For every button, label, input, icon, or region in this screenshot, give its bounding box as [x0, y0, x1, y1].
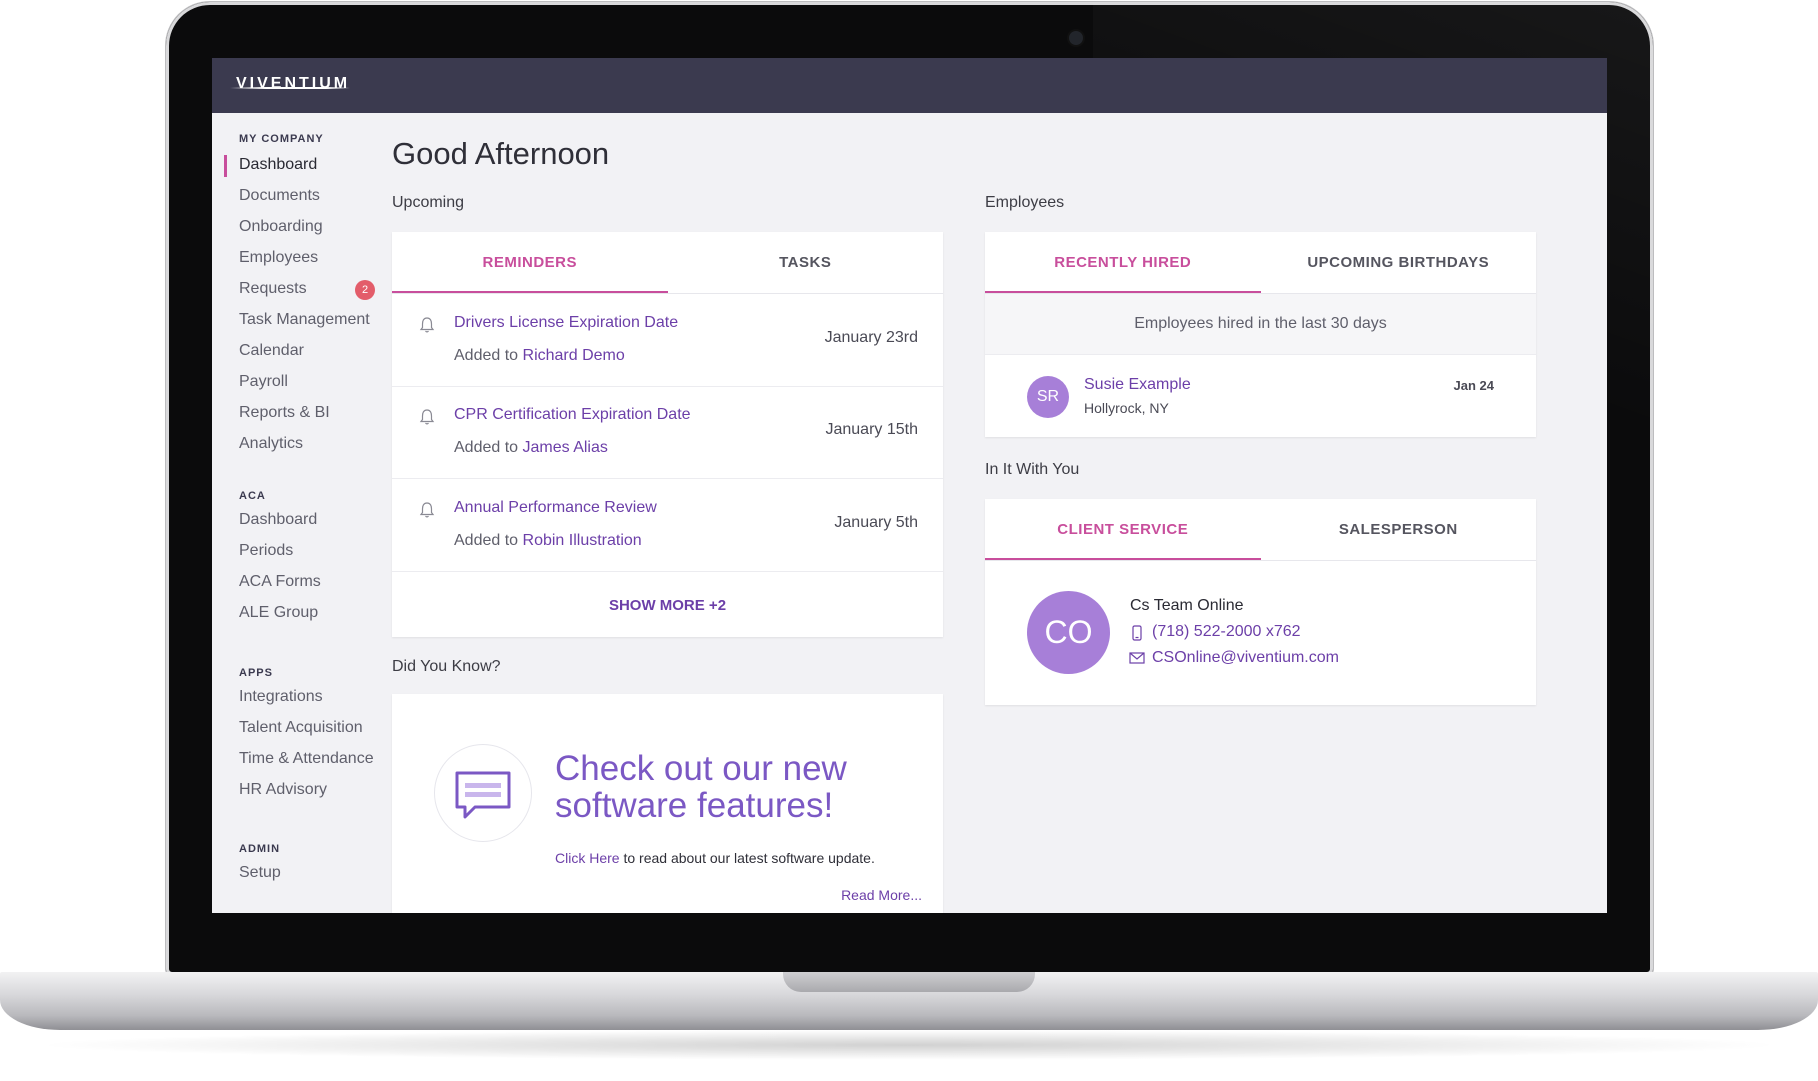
nav-item-time-attendance[interactable]: Time & Attendance	[239, 750, 374, 768]
nav-item-ale-group[interactable]: ALE Group	[239, 604, 318, 622]
requests-badge: 2	[355, 280, 375, 300]
tab-reminders[interactable]: REMINDERS	[392, 232, 668, 293]
feature-headline-line2: software features!	[555, 786, 834, 825]
did-you-know-card: Check out our new software features! Cli…	[392, 694, 943, 913]
tab-client-service[interactable]: CLIENT SERVICE	[985, 499, 1261, 560]
reminder-person-link[interactable]: Robin Illustration	[523, 532, 642, 549]
nav-item-hr-advisory[interactable]: HR Advisory	[239, 781, 327, 799]
reminder-subtitle: Added to James Alias	[454, 439, 608, 457]
contact-tabs: CLIENT SERVICE SALESPERSON	[985, 499, 1536, 561]
reminder-date: January 15th	[825, 421, 918, 438]
reminder-person-link[interactable]: Richard Demo	[523, 347, 625, 364]
nav-item-task-management[interactable]: Task Management	[239, 311, 370, 329]
webcam	[1069, 31, 1083, 45]
nav-item-analytics[interactable]: Analytics	[239, 435, 303, 453]
logo-swoosh	[230, 87, 350, 89]
avatar: SR	[1027, 376, 1069, 418]
contact-name: Cs Team Online	[1130, 597, 1244, 614]
nav-item-setup[interactable]: Setup	[239, 864, 281, 882]
nav-item-employees[interactable]: Employees	[239, 249, 318, 267]
employees-label: Employees	[985, 194, 1065, 211]
bell-icon	[419, 502, 435, 518]
nav-item-calendar[interactable]: Calendar	[239, 342, 304, 360]
chat-bubble-icon	[455, 771, 511, 819]
contact-phone-link[interactable]: (718) 522-2000 x762	[1152, 623, 1301, 641]
sidebar: MY COMPANY Dashboard Documents Onboardin…	[212, 113, 382, 913]
reminder-item[interactable]: Annual Performance Review Added to Robin…	[392, 479, 943, 572]
click-here-link[interactable]: Click Here	[555, 850, 620, 866]
feature-headline: Check out our new software features!	[555, 750, 847, 824]
employees-subtitle: Employees hired in the last 30 days	[985, 294, 1536, 355]
added-to-label: Added to	[454, 532, 519, 549]
hire-name-link[interactable]: Susie Example	[1084, 376, 1191, 394]
nav-section-my-company: MY COMPANY	[239, 133, 324, 145]
nav-item-documents[interactable]: Documents	[239, 187, 320, 205]
tab-upcoming-birthdays[interactable]: UPCOMING BIRTHDAYS	[1261, 232, 1537, 293]
hire-date: Jan 24	[1453, 378, 1494, 393]
phone-icon	[1132, 625, 1142, 641]
reminder-title[interactable]: Annual Performance Review	[454, 499, 657, 517]
reminder-subtitle: Added to Robin Illustration	[454, 532, 642, 550]
viventium-logo[interactable]: VIVENTIUM	[236, 75, 350, 93]
nav-item-talent-acquisition[interactable]: Talent Acquisition	[239, 719, 363, 737]
added-to-label: Added to	[454, 347, 519, 364]
feature-headline-line1: Check out our new	[555, 749, 847, 788]
added-to-label: Added to	[454, 439, 519, 456]
in-it-with-you-label: In It With You	[985, 461, 1080, 478]
nav-section-aca: ACA	[239, 490, 266, 502]
chat-icon-circle	[434, 744, 532, 842]
reminder-title[interactable]: Drivers License Expiration Date	[454, 314, 678, 332]
upcoming-label: Upcoming	[392, 194, 465, 211]
upcoming-card: REMINDERS TASKS Drivers License Expirati…	[392, 232, 943, 637]
hire-location: Hollyrock, NY	[1084, 400, 1169, 416]
tab-salesperson[interactable]: SALESPERSON	[1261, 499, 1537, 560]
reminder-title[interactable]: CPR Certification Expiration Date	[454, 406, 691, 424]
client-service-card: CLIENT SERVICE SALESPERSON CO Cs Team On…	[985, 499, 1536, 705]
employees-tabs: RECENTLY HIRED UPCOMING BIRTHDAYS	[985, 232, 1536, 294]
nav-item-reports-bi[interactable]: Reports & BI	[239, 404, 330, 422]
reminder-subtitle: Added to Richard Demo	[454, 347, 625, 365]
active-item-indicator	[224, 155, 227, 177]
show-more-button[interactable]: SHOW MORE +2	[392, 575, 943, 637]
reminder-person-link[interactable]: James Alias	[523, 439, 608, 456]
top-bar: VIVENTIUM	[212, 58, 1607, 113]
bell-icon	[419, 317, 435, 333]
did-you-know-label: Did You Know?	[392, 658, 501, 675]
tab-tasks[interactable]: TASKS	[668, 232, 944, 293]
upcoming-tabs: REMINDERS TASKS	[392, 232, 943, 294]
app-screen: VIVENTIUM MY COMPANY Dashboard Documents…	[212, 58, 1607, 913]
nav-item-requests[interactable]: Requests	[239, 280, 307, 298]
nav-item-payroll[interactable]: Payroll	[239, 373, 288, 391]
contact-avatar: CO	[1027, 591, 1110, 674]
reminder-item[interactable]: Drivers License Expiration Date Added to…	[392, 294, 943, 387]
bell-icon	[419, 409, 435, 425]
reminder-item[interactable]: CPR Certification Expiration Date Added …	[392, 386, 943, 479]
nav-item-dashboard[interactable]: Dashboard	[239, 156, 317, 174]
reminder-date: January 23rd	[824, 329, 918, 346]
page-title: Good Afternoon	[392, 136, 610, 171]
nav-item-onboarding[interactable]: Onboarding	[239, 218, 323, 236]
nav-section-apps: APPS	[239, 667, 273, 679]
email-icon	[1129, 652, 1145, 664]
nav-section-admin: ADMIN	[239, 843, 281, 855]
nav-item-aca-dashboard[interactable]: Dashboard	[239, 511, 317, 529]
nav-item-integrations[interactable]: Integrations	[239, 688, 323, 706]
nav-item-periods[interactable]: Periods	[239, 542, 293, 560]
employees-card: RECENTLY HIRED UPCOMING BIRTHDAYS Employ…	[985, 232, 1536, 437]
contact-email-link[interactable]: CSOnline@viventium.com	[1152, 649, 1339, 667]
nav-item-aca-forms[interactable]: ACA Forms	[239, 573, 321, 591]
reminder-date: January 5th	[834, 514, 918, 531]
feature-body-text: to read about our latest software update…	[623, 850, 875, 866]
laptop-notch	[783, 972, 1035, 992]
tab-recently-hired[interactable]: RECENTLY HIRED	[985, 232, 1261, 293]
read-more-link[interactable]: Read More...	[841, 887, 922, 903]
feature-body: Click Here to read about our latest soft…	[555, 850, 875, 866]
laptop-shadow	[30, 1030, 1788, 1060]
hire-row[interactable]: SR Susie Example Hollyrock, NY Jan 24	[985, 355, 1536, 437]
